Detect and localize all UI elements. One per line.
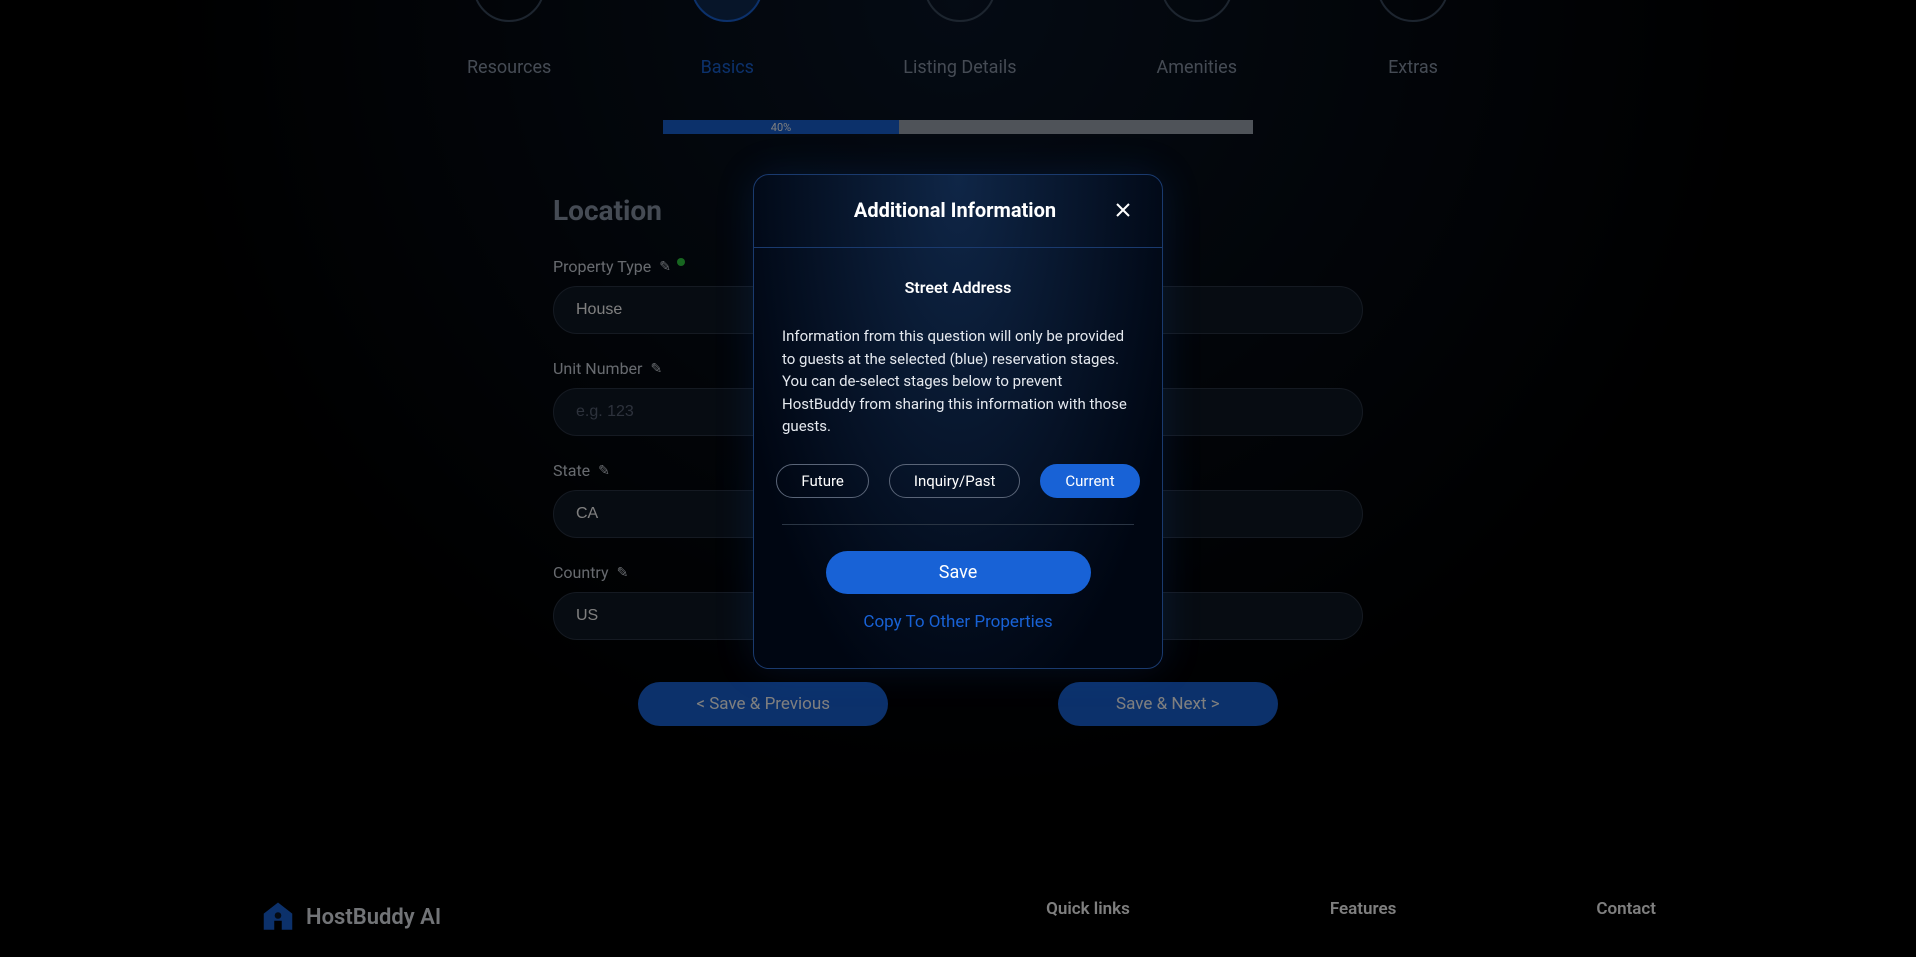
- nav-buttons: < Save & Previous Save & Next >: [553, 682, 1363, 726]
- pencil-icon[interactable]: ✎: [650, 361, 662, 377]
- modal-save-button[interactable]: Save: [826, 551, 1091, 594]
- amenities-icon: [1161, 0, 1233, 22]
- footer-links: Quick links Features Contact: [1046, 899, 1656, 919]
- save-next-button[interactable]: Save & Next >: [1058, 682, 1278, 726]
- footer: HostBuddy AI Quick links Features Contac…: [0, 877, 1916, 957]
- book-icon: [473, 0, 545, 22]
- additional-info-modal: Additional Information Street Address In…: [753, 174, 1163, 669]
- pencil-icon[interactable]: ✎: [617, 565, 629, 581]
- progress-percent: 40%: [771, 121, 791, 134]
- user-icon: [691, 0, 763, 22]
- stage-current-pill[interactable]: Current: [1040, 464, 1139, 498]
- label-text: Property Type: [553, 257, 651, 276]
- stage-inquiry-past-pill[interactable]: Inquiry/Past: [889, 464, 1021, 498]
- step-label: Amenities: [1157, 57, 1238, 78]
- footer-brand: HostBuddy AI: [260, 899, 441, 935]
- stage-pills: Future Inquiry/Past Current: [782, 464, 1134, 498]
- stage-future-pill[interactable]: Future: [776, 464, 868, 498]
- status-dot-icon: [677, 258, 685, 266]
- step-label: Listing Details: [903, 57, 1016, 78]
- step-resources[interactable]: Resources: [467, 0, 551, 78]
- close-button[interactable]: [1110, 197, 1136, 223]
- house-icon: [260, 899, 296, 935]
- label-text: State: [553, 461, 590, 480]
- save-previous-button[interactable]: < Save & Previous: [638, 682, 888, 726]
- pencil-icon[interactable]: ✎: [598, 463, 610, 479]
- label-text: Unit Number: [553, 359, 642, 378]
- copy-to-other-properties-link[interactable]: Copy To Other Properties: [782, 612, 1134, 632]
- step-label: Extras: [1388, 57, 1438, 78]
- modal-header: Additional Information: [754, 175, 1162, 248]
- step-amenities[interactable]: Amenities: [1157, 0, 1238, 78]
- step-listing-details[interactable]: Listing Details: [903, 0, 1016, 78]
- wizard-stepper: Resources Basics Listing Details Ameniti…: [0, 0, 1916, 78]
- step-label: Resources: [467, 57, 551, 78]
- step-extras[interactable]: Extras: [1377, 0, 1449, 78]
- step-label: Basics: [701, 57, 754, 78]
- progress-bar: 40%: [663, 120, 1253, 134]
- progress-fill: 40%: [663, 120, 899, 134]
- modal-body: Street Address Information from this que…: [754, 248, 1162, 668]
- step-basics[interactable]: Basics: [691, 0, 763, 78]
- pencil-icon[interactable]: ✎: [659, 259, 671, 275]
- list-icon: [924, 0, 996, 22]
- modal-title: Additional Information: [800, 198, 1110, 222]
- modal-subtitle: Street Address: [782, 278, 1134, 297]
- close-icon: [1114, 201, 1132, 219]
- divider: [782, 524, 1134, 525]
- label-text: Country: [553, 563, 609, 582]
- footer-col-quicklinks[interactable]: Quick links: [1046, 899, 1130, 919]
- modal-description: Information from this question will only…: [782, 325, 1134, 438]
- footer-col-features[interactable]: Features: [1330, 899, 1397, 919]
- extras-icon: [1377, 0, 1449, 22]
- footer-col-contact[interactable]: Contact: [1596, 899, 1656, 919]
- brand-text: HostBuddy AI: [306, 905, 441, 930]
